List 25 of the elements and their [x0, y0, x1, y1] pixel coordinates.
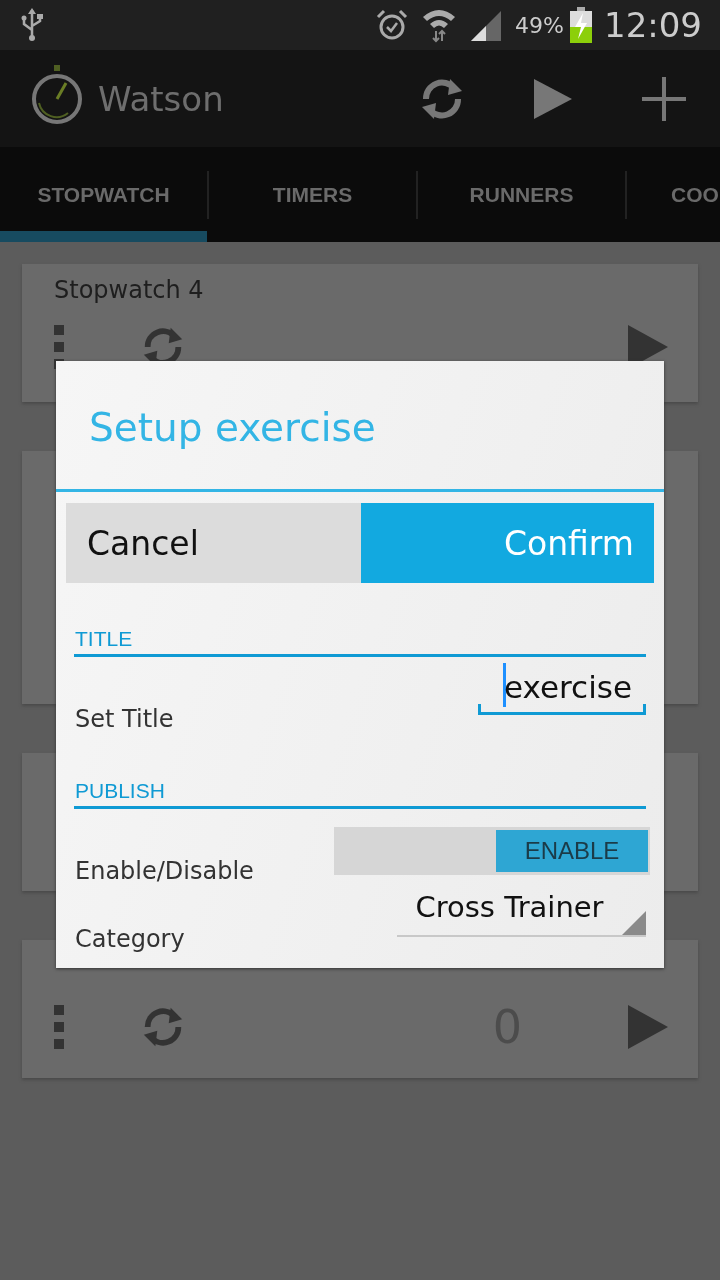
stopwatch-title: Stopwatch 4 — [54, 276, 204, 304]
battery-percent: 49% — [515, 12, 564, 38]
cancel-button[interactable]: Cancel — [66, 503, 361, 583]
tab[interactable]: STOPWATCH — [0, 147, 207, 242]
battery-charging-icon — [570, 7, 592, 43]
tab[interactable]: COO — [627, 147, 720, 242]
category-dropdown[interactable]: Cross Trainer — [397, 885, 646, 937]
add-icon[interactable] — [640, 74, 688, 123]
stopwatch-logo-icon — [30, 62, 84, 125]
confirm-button[interactable]: Confirm — [360, 503, 654, 583]
alarm-icon — [375, 8, 410, 42]
tab[interactable]: RUNNERS — [418, 147, 625, 242]
section-header: PUBLISH — [74, 779, 166, 803]
app-title: Watson — [98, 78, 224, 119]
setting-label: Set Title — [74, 705, 174, 733]
section-header: TITLE — [74, 627, 134, 651]
setting-label: Enable/Disable — [74, 857, 254, 885]
dialog-title: Setup exercise — [88, 403, 377, 452]
signal-icon — [469, 9, 504, 41]
usb-icon — [20, 8, 44, 42]
wifi-icon — [421, 7, 458, 43]
enable-toggle[interactable]: ENABLE — [334, 827, 650, 875]
tab[interactable]: TIMERS — [209, 147, 416, 242]
clock-time: 12:09 — [604, 5, 702, 45]
setting-label: Category — [74, 925, 185, 953]
